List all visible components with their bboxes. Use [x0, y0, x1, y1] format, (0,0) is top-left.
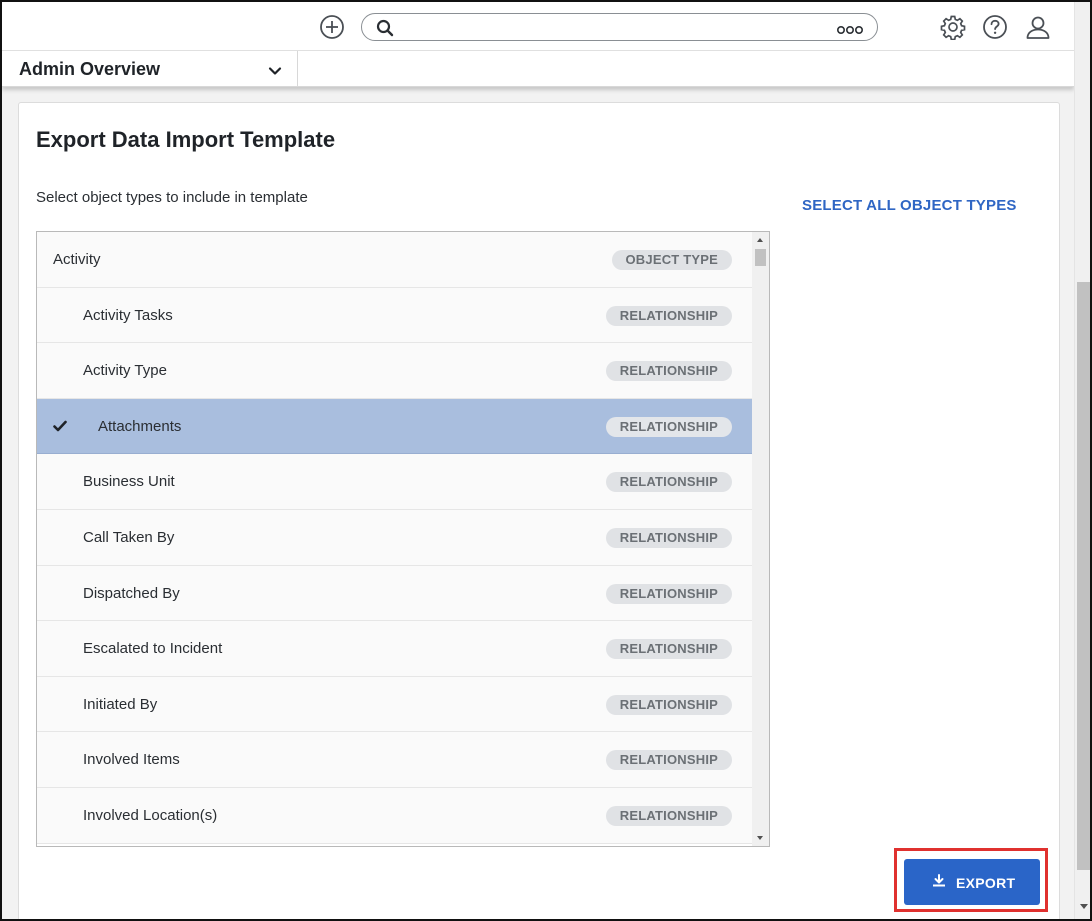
app-frame: Admin Overview Export Data Import Templa… [0, 0, 1092, 921]
page-title: Export Data Import Template [36, 127, 336, 152]
top-header [2, 2, 1074, 51]
more-dots-icon[interactable] [836, 22, 863, 40]
list-item-type-badge: RELATIONSHIP [605, 472, 732, 493]
list-item-name: Escalated to Incident [83, 640, 223, 658]
list-item[interactable]: Activity Tasks RELATIONSHIP [37, 287, 752, 344]
list-item-name: Activity Tasks [83, 306, 173, 324]
search-bar[interactable] [361, 13, 878, 41]
instruction-text: Select object types to include in templa… [36, 189, 308, 206]
list-item-type-badge: RELATIONSHIP [605, 805, 732, 826]
checkmark-icon [53, 419, 67, 437]
help-circle-icon[interactable] [982, 14, 1008, 40]
list-scroll-up-arrow[interactable] [757, 238, 763, 242]
list-item-name: Attachments [98, 417, 182, 435]
list-item-type-badge: RELATIONSHIP [605, 416, 732, 437]
list-item[interactable]: Attachments RELATIONSHIP [37, 398, 752, 455]
list-item-name: Involved Items [83, 751, 180, 769]
dashboard-selector[interactable]: Admin Overview [2, 51, 298, 87]
search-icon [376, 19, 394, 42]
user-icon[interactable] [1025, 14, 1051, 40]
list-item-name: Dispatched By [83, 584, 180, 602]
dashboard-label: Admin Overview [19, 59, 161, 79]
page-scrollbar-thumb[interactable] [1077, 282, 1090, 870]
export-button-label: EXPORT [956, 875, 1016, 891]
list-item-type-badge: RELATIONSHIP [605, 750, 732, 771]
list-item-type-badge: RELATIONSHIP [605, 305, 732, 326]
list-item[interactable]: Call Taken By RELATIONSHIP [37, 509, 752, 566]
list-item[interactable]: Involved Items RELATIONSHIP [37, 732, 752, 788]
list-item[interactable]: Dispatched By RELATIONSHIP [37, 565, 752, 622]
list-item-type-badge: RELATIONSHIP [605, 527, 732, 548]
download-icon [932, 874, 946, 890]
list-scrollbar-thumb[interactable] [755, 249, 766, 266]
list-item-name: Call Taken By [83, 528, 175, 546]
object-type-list: Activity OBJECT TYPE Activity Tasks RELATIO… [36, 231, 770, 847]
list-item[interactable]: Activity OBJECT TYPE [37, 232, 752, 288]
list-item-name: Activity Type [83, 362, 167, 380]
page-scrollbar[interactable] [1074, 2, 1090, 919]
list-item-type-badge: OBJECT TYPE [611, 250, 732, 270]
select-all-button[interactable]: SELECT ALL OBJECT TYPES [802, 197, 1017, 214]
sub-header: Admin Overview [2, 51, 1074, 87]
list-item-name: Activity [53, 251, 101, 268]
object-type-list-items: Activity OBJECT TYPE Activity Tasks RELATIO… [37, 232, 752, 844]
search-input[interactable] [402, 17, 832, 37]
list-item-type-badge: RELATIONSHIP [605, 361, 732, 382]
export-button[interactable]: EXPORT [904, 859, 1040, 905]
list-item[interactable]: Activity Type RELATIONSHIP [37, 343, 752, 399]
list-item[interactable]: Involved Location(s) RELATIONSHIP [37, 787, 752, 844]
list-item-name: Initiated By [83, 695, 158, 713]
chevron-down-icon [268, 63, 282, 81]
gear-icon[interactable] [940, 14, 966, 40]
list-item-type-badge: RELATIONSHIP [605, 694, 732, 715]
page-scroll-down-arrow[interactable] [1080, 904, 1088, 909]
list-item-name: Business Unit [83, 473, 175, 491]
list-item[interactable]: Initiated By RELATIONSHIP [37, 676, 752, 733]
list-item-name: Involved Location(s) [83, 806, 218, 824]
list-item[interactable]: Escalated to Incident RELATIONSHIP [37, 621, 752, 677]
list-item-type-badge: RELATIONSHIP [605, 639, 732, 660]
list-scroll-down-arrow[interactable] [757, 836, 763, 840]
list-item-type-badge: RELATIONSHIP [605, 583, 732, 604]
list-scrollbar[interactable] [752, 232, 769, 846]
list-item[interactable]: Business Unit RELATIONSHIP [37, 454, 752, 510]
export-template-card: Export Data Import Template Select objec… [18, 102, 1060, 919]
plus-circle-icon[interactable] [319, 14, 345, 40]
